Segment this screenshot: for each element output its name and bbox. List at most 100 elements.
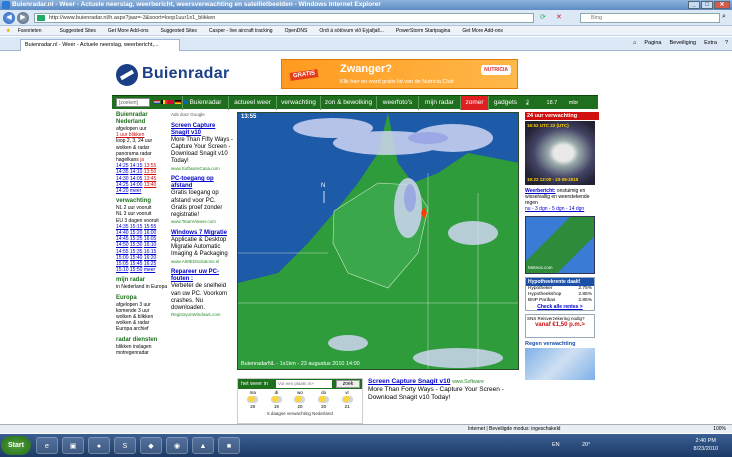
fav-item[interactable]: Suggested Sites (155, 28, 203, 34)
time-link[interactable]: 14:40 (116, 230, 129, 236)
fav-item[interactable]: Casper - live aircraft tracking (203, 28, 279, 34)
time-link[interactable]: 14:50 (116, 242, 129, 248)
time-link[interactable]: 13:40 (144, 182, 157, 188)
forecast-day[interactable]: ma 20 (243, 390, 263, 409)
forecast-day[interactable]: vr 21 (337, 390, 357, 409)
sns-ad[interactable]: SNS Reisverzekering nodig? vanaf €1,50 p… (525, 314, 595, 338)
favorites-button[interactable]: ★ Favorieten (0, 28, 54, 34)
time-link[interactable]: 15:10 (116, 267, 129, 273)
time-link[interactable]: 14:20 (116, 188, 129, 194)
ad-item[interactable]: Windows 7 Migratie Applicatie & Desktop M… (171, 230, 233, 265)
time-link[interactable]: 14:25 (116, 163, 129, 169)
time-link[interactable]: 16:00 (144, 230, 157, 236)
place-input[interactable]: Vul een plaats in> (276, 380, 332, 388)
fav-item[interactable]: Ordi á sötövum við Eyjafjall... (313, 28, 389, 34)
ad-banner[interactable]: GRATIS Zwanger? Klik hier en word gratis… (281, 59, 518, 89)
time-link[interactable]: 13:55 (144, 163, 157, 169)
close-button[interactable]: ✕ (714, 1, 730, 9)
time-link[interactable]: 14:10 (130, 169, 143, 175)
cmd-help[interactable]: ? (725, 40, 728, 46)
time-link[interactable]: 13:45 (144, 176, 157, 182)
time-link[interactable]: 15:35 (130, 249, 143, 255)
site-search-input[interactable]: [zoeken] (116, 98, 150, 107)
time-link[interactable]: 14:55 (116, 249, 129, 255)
text-ad[interactable]: Screen Capture Snagit v10 www.Software M… (368, 378, 518, 424)
time-link[interactable]: 14:35 (116, 169, 129, 175)
time-link[interactable]: 14:35 (116, 224, 129, 230)
fav-item[interactable]: Get More Add-ons (102, 28, 155, 34)
cmd-page[interactable]: Pagina (644, 40, 661, 46)
time-link[interactable]: 15:30 (130, 242, 143, 248)
nav-zon-bewolking[interactable]: zon & bewolking (320, 96, 376, 110)
app-taskbar-icon[interactable]: ◆ (140, 437, 162, 454)
ad-item[interactable]: PC-toegang op afstand Gratis toegang op a… (171, 176, 233, 226)
refresh-icon[interactable]: ⟳ (540, 13, 546, 21)
search-place-button[interactable]: zoek (336, 380, 360, 388)
back-button[interactable]: ◀ (3, 12, 15, 24)
nav-weerfotos[interactable]: weerfoto's (376, 96, 418, 110)
time-link[interactable]: 14:15 (130, 163, 143, 169)
browser-tab[interactable]: Buienradar.nl - Weer - Actuele neerslag,… (20, 39, 180, 51)
nav-gadgets[interactable]: gadgets (488, 96, 522, 110)
fav-item[interactable]: Get More Add-ons (456, 28, 509, 34)
time-link[interactable]: 16:05 (144, 236, 157, 242)
maximize-button[interactable]: □ (701, 1, 713, 9)
ad-item[interactable]: Repareer uw PC-fouten : Verbeter de snelh… (171, 269, 233, 319)
europe-radar-image[interactable]: Meteox.com (525, 216, 595, 274)
left-heading[interactable]: Buienradar Nederland (116, 112, 168, 126)
nav-actueel-weer[interactable]: actueel weer (228, 96, 276, 110)
forecast-day[interactable]: do 20 (314, 390, 334, 409)
nav-verwachting[interactable]: verwachting (276, 96, 320, 110)
time-link[interactable]: 14:30 (116, 176, 129, 182)
app-taskbar-icon[interactable]: ■ (218, 437, 240, 454)
app-taskbar-icon[interactable]: ◉ (166, 437, 188, 454)
folder-taskbar-icon[interactable]: ▣ (62, 437, 84, 454)
ad-item[interactable]: Screen Capture Snagit v10 More Than Fifty… (171, 123, 233, 173)
time-link[interactable]: 15:05 (116, 261, 129, 267)
time-link[interactable]: 15:25 (130, 236, 143, 242)
stop-icon[interactable]: ✕ (556, 13, 562, 21)
forecast-day[interactable]: wo 20 (290, 390, 310, 409)
time-link[interactable]: 16:25 (144, 261, 157, 267)
time-link[interactable]: 15:00 (116, 255, 129, 261)
time-link[interactable]: 14:05 (130, 176, 143, 182)
nav-zomer[interactable]: zomer (460, 96, 488, 110)
skype-taskbar-icon[interactable]: S (114, 437, 136, 454)
time-link[interactable]: 14:25 (116, 182, 129, 188)
app-taskbar-icon[interactable]: ● (88, 437, 110, 454)
time-link[interactable]: meer (130, 188, 141, 194)
address-input[interactable]: http://www.buienradar.nl/h.aspx?jaar=-3&… (34, 13, 534, 23)
forecast-day[interactable]: di 19 (266, 390, 286, 409)
satellite-image[interactable]: 16:52 UTC 22 (UTC) 19:22 12:00 - 23-08-2… (525, 121, 595, 185)
fav-item[interactable]: PowerStorm Startpagina (390, 28, 456, 34)
time-link[interactable]: 16:15 (144, 249, 157, 255)
search-icon[interactable]: ⌕ (722, 13, 726, 21)
time-link[interactable]: 16:20 (144, 255, 157, 261)
forward-button[interactable]: ▶ (17, 12, 29, 24)
time-link[interactable]: 13:50 (144, 169, 157, 175)
time-link[interactable]: 15:55 (144, 224, 157, 230)
time-link[interactable]: 14:00 (130, 182, 143, 188)
time-link[interactable]: 16:10 (144, 242, 157, 248)
site-logo[interactable]: Buienradar (116, 62, 256, 88)
ie-taskbar-icon[interactable]: e (36, 437, 58, 454)
minimize-button[interactable]: _ (688, 1, 700, 9)
rain-forecast-image[interactable] (525, 348, 595, 380)
time-link[interactable]: 15:40 (130, 255, 143, 261)
time-link[interactable]: 15:45 (130, 261, 143, 267)
nav-mijn-radar[interactable]: mijn radar (418, 96, 460, 110)
fav-item[interactable]: Suggested Sites (54, 28, 102, 34)
search-input[interactable]: Bing (580, 13, 720, 23)
app-taskbar-icon[interactable]: ▲ (192, 437, 214, 454)
nav-buienradar[interactable]: Buienradar (182, 96, 228, 110)
start-button[interactable]: Start (1, 436, 31, 455)
home-icon[interactable]: ⌂ (633, 40, 636, 46)
cmd-security[interactable]: Beveiliging (669, 40, 696, 46)
time-link[interactable]: 15:15 (130, 224, 143, 230)
cmd-tools[interactable]: Extra (704, 40, 717, 46)
time-link[interactable]: 15:20 (130, 230, 143, 236)
time-link[interactable]: 15:50 (130, 267, 143, 273)
fav-item[interactable]: OpenDNS (279, 28, 314, 34)
clock[interactable]: 2:40 PM 8/23/2010 (694, 437, 718, 453)
time-link[interactable]: meer (144, 267, 155, 273)
